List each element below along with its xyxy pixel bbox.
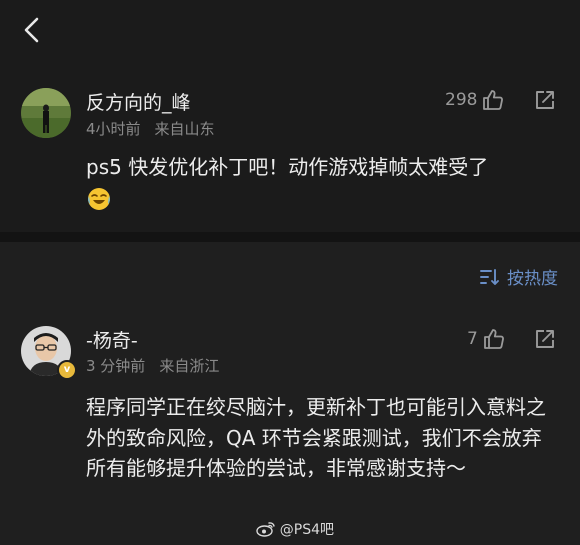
- sort-icon: [479, 268, 501, 286]
- post-username[interactable]: 反方向的_峰: [86, 88, 191, 115]
- avatar[interactable]: [21, 88, 71, 138]
- verified-badge: v: [57, 360, 77, 380]
- chevron-left-icon: [24, 17, 39, 43]
- post-time: 4小时前: [86, 120, 141, 138]
- thumbs-up-icon: [483, 90, 504, 110]
- sort-by-hot-button[interactable]: 按热度: [479, 264, 558, 289]
- weibo-logo-icon: [256, 521, 276, 537]
- post-like-button[interactable]: 298: [445, 88, 505, 112]
- comments-section: 按热度 v -杨奇- 3 分钟前 来自浙江 7 程序同学正在绞尽脑汁，更新补丁也可…: [0, 242, 580, 545]
- post-text: ps5 快发优化补丁吧！动作游戏掉帧太难受了: [86, 155, 489, 179]
- post-meta: 4小时前 来自山东: [86, 118, 215, 139]
- share-button[interactable]: [532, 87, 558, 113]
- reply-share-button[interactable]: [532, 326, 558, 352]
- reply-like-button[interactable]: 7: [467, 327, 506, 351]
- reply-like-count: 7: [467, 329, 478, 349]
- reply-username[interactable]: -杨奇-: [86, 326, 138, 353]
- share-icon: [536, 91, 554, 109]
- reply-time: 3 分钟前: [86, 357, 146, 375]
- post-location: 来自山东: [154, 120, 215, 138]
- post-like-count: 298: [445, 90, 478, 110]
- back-button[interactable]: [14, 12, 50, 48]
- original-post: 反方向的_峰 4小时前 来自山东 298 ps5 快发优化补丁吧！动作游戏掉帧太难…: [0, 62, 580, 232]
- sort-label: 按热度: [507, 269, 558, 289]
- thumbs-up-icon: [483, 329, 504, 349]
- section-divider: [0, 232, 580, 242]
- watermark: @PS4吧: [256, 519, 334, 539]
- reply-meta: 3 分钟前 来自浙江: [86, 355, 219, 376]
- reply-location: 来自浙江: [159, 357, 220, 375]
- share-icon: [536, 330, 554, 348]
- avatar-image: [21, 88, 71, 138]
- watermark-text: @PS4吧: [279, 522, 334, 538]
- verified-badge-label: v: [63, 364, 71, 375]
- top-bar: [0, 0, 580, 62]
- reply-content: 程序同学正在绞尽脑汁，更新补丁也可能引入意料之外的致命风险，QA 环节会紧跟测试…: [86, 395, 546, 480]
- crying-laughing-emoji-icon: [86, 186, 112, 212]
- post-content: ps5 快发优化补丁吧！动作游戏掉帧太难受了: [86, 152, 556, 183]
